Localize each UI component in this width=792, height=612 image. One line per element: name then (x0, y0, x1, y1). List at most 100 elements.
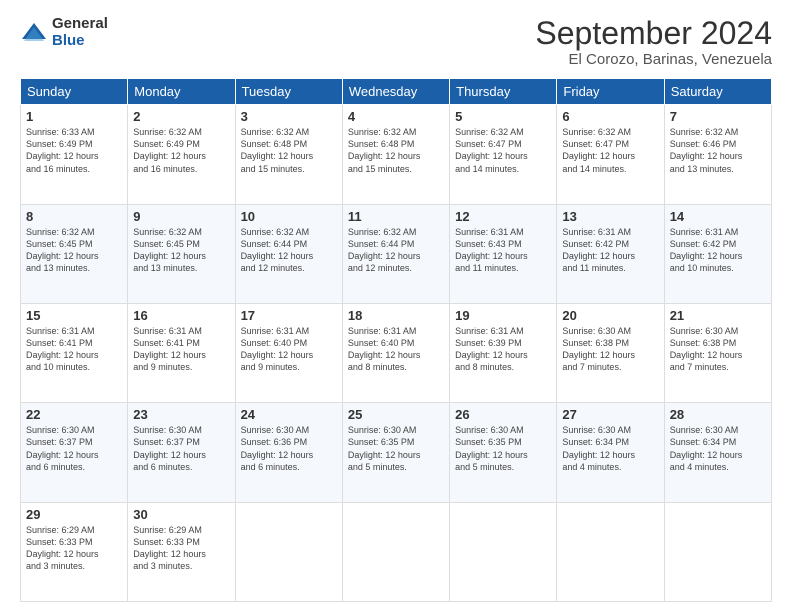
day-number: 12 (455, 209, 551, 224)
calendar-cell (557, 502, 664, 601)
day-info: Sunrise: 6:32 AM Sunset: 6:45 PM Dayligh… (26, 226, 122, 275)
day-number: 9 (133, 209, 229, 224)
logo-icon (20, 19, 48, 47)
day-number: 29 (26, 507, 122, 522)
day-info: Sunrise: 6:30 AM Sunset: 6:36 PM Dayligh… (241, 424, 337, 473)
day-info: Sunrise: 6:30 AM Sunset: 6:37 PM Dayligh… (133, 424, 229, 473)
calendar-cell (342, 502, 449, 601)
calendar-cell: 10Sunrise: 6:32 AM Sunset: 6:44 PM Dayli… (235, 204, 342, 303)
calendar-week-2: 8 Sunrise: 6:32 AM Sunset: 6:45 PM Daylig… (21, 204, 772, 303)
calendar-cell: 25 Sunrise: 6:30 AM Sunset: 6:35 PM Dayli… (342, 403, 449, 502)
calendar-cell: 21Sunrise: 6:30 AM Sunset: 6:38 PM Dayli… (664, 303, 771, 402)
title-block: September 2024 El Corozo, Barinas, Venez… (535, 16, 772, 68)
day-number: 7 (670, 109, 766, 124)
calendar-cell: 27 Sunrise: 6:30 AM Sunset: 6:34 PM Dayli… (557, 403, 664, 502)
calendar-cell: 11 Sunrise: 6:32 AM Sunset: 6:44 PM Dayli… (342, 204, 449, 303)
calendar-cell (450, 502, 557, 601)
day-number: 18 (348, 308, 444, 323)
calendar-cell: 23 Sunrise: 6:30 AM Sunset: 6:37 PM Dayli… (128, 403, 235, 502)
calendar-cell: 7 Sunrise: 6:32 AM Sunset: 6:46 PM Daylig… (664, 105, 771, 204)
calendar-cell: 19 Sunrise: 6:31 AM Sunset: 6:39 PM Dayli… (450, 303, 557, 402)
calendar-cell: 18 Sunrise: 6:31 AM Sunset: 6:40 PM Dayli… (342, 303, 449, 402)
logo-text-line1: General (52, 16, 108, 33)
day-number: 23 (133, 407, 229, 422)
day-number: 28 (670, 407, 766, 422)
day-info: Sunrise: 6:32 AM Sunset: 6:48 PM Dayligh… (241, 126, 337, 175)
calendar-header-wednesday: Wednesday (342, 79, 449, 105)
calendar-cell: 13 Sunrise: 6:31 AM Sunset: 6:42 PM Dayli… (557, 204, 664, 303)
day-info: Sunrise: 6:32 AM Sunset: 6:45 PM Dayligh… (133, 226, 229, 275)
calendar-cell: 2 Sunrise: 6:32 AM Sunset: 6:49 PM Daylig… (128, 105, 235, 204)
day-info: Sunrise: 6:30 AM Sunset: 6:34 PM Dayligh… (562, 424, 658, 473)
day-number: 24 (241, 407, 337, 422)
calendar-cell: 20 Sunrise: 6:30 AM Sunset: 6:38 PM Dayli… (557, 303, 664, 402)
calendar-cell: 26Sunrise: 6:30 AM Sunset: 6:35 PM Dayli… (450, 403, 557, 502)
day-info: Sunrise: 6:30 AM Sunset: 6:35 PM Dayligh… (348, 424, 444, 473)
calendar-cell: 14Sunrise: 6:31 AM Sunset: 6:42 PM Dayli… (664, 204, 771, 303)
calendar-header-row: SundayMondayTuesdayWednesdayThursdayFrid… (21, 79, 772, 105)
calendar-header-monday: Monday (128, 79, 235, 105)
calendar-cell: 22 Sunrise: 6:30 AM Sunset: 6:37 PM Dayli… (21, 403, 128, 502)
calendar-cell: 15Sunrise: 6:31 AM Sunset: 6:41 PM Dayli… (21, 303, 128, 402)
day-info: Sunrise: 6:31 AM Sunset: 6:41 PM Dayligh… (26, 325, 122, 374)
calendar-cell: 5Sunrise: 6:32 AM Sunset: 6:47 PM Daylig… (450, 105, 557, 204)
day-number: 19 (455, 308, 551, 323)
day-number: 30 (133, 507, 229, 522)
calendar-cell: 6 Sunrise: 6:32 AM Sunset: 6:47 PM Daylig… (557, 105, 664, 204)
day-number: 21 (670, 308, 766, 323)
calendar-cell: 1Sunrise: 6:33 AM Sunset: 6:49 PM Daylig… (21, 105, 128, 204)
calendar-cell: 29Sunrise: 6:29 AM Sunset: 6:33 PM Dayli… (21, 502, 128, 601)
calendar-cell (664, 502, 771, 601)
day-info: Sunrise: 6:31 AM Sunset: 6:41 PM Dayligh… (133, 325, 229, 374)
day-number: 27 (562, 407, 658, 422)
day-info: Sunrise: 6:32 AM Sunset: 6:47 PM Dayligh… (562, 126, 658, 175)
day-info: Sunrise: 6:32 AM Sunset: 6:49 PM Dayligh… (133, 126, 229, 175)
day-number: 6 (562, 109, 658, 124)
calendar-week-4: 22 Sunrise: 6:30 AM Sunset: 6:37 PM Dayli… (21, 403, 772, 502)
day-number: 4 (348, 109, 444, 124)
day-number: 16 (133, 308, 229, 323)
calendar-cell: 12 Sunrise: 6:31 AM Sunset: 6:43 PM Dayli… (450, 204, 557, 303)
day-info: Sunrise: 6:32 AM Sunset: 6:44 PM Dayligh… (348, 226, 444, 275)
calendar-week-5: 29 Sunrise: 6:29 AM Sunset: 6:33 PM Dayli… (21, 502, 772, 601)
day-number: 22 (26, 407, 122, 422)
page-subtitle: El Corozo, Barinas, Venezuela (535, 51, 772, 68)
day-number: 25 (348, 407, 444, 422)
day-number: 13 (562, 209, 658, 224)
day-number: 14 (670, 209, 766, 224)
day-info: Sunrise: 6:30 AM Sunset: 6:38 PM Dayligh… (562, 325, 658, 374)
calendar-cell: 28 Sunrise: 6:30 AM Sunset: 6:34 PM Dayli… (664, 403, 771, 502)
day-number: 3 (241, 109, 337, 124)
day-number: 11 (348, 209, 444, 224)
day-info: Sunrise: 6:30 AM Sunset: 6:34 PM Dayligh… (670, 424, 766, 473)
calendar-header-thursday: Thursday (450, 79, 557, 105)
calendar-cell: 9 Sunrise: 6:32 AM Sunset: 6:45 PM Daylig… (128, 204, 235, 303)
day-number: 10 (241, 209, 337, 224)
page-header: General Blue September 2024 El Corozo, B… (20, 16, 772, 68)
day-number: 20 (562, 308, 658, 323)
calendar-header-saturday: Saturday (664, 79, 771, 105)
page-title: September 2024 (535, 16, 772, 51)
day-info: Sunrise: 6:30 AM Sunset: 6:37 PM Dayligh… (26, 424, 122, 473)
day-info: Sunrise: 6:31 AM Sunset: 6:42 PM Dayligh… (562, 226, 658, 275)
calendar-header-friday: Friday (557, 79, 664, 105)
calendar-cell: 24 Sunrise: 6:30 AM Sunset: 6:36 PM Dayli… (235, 403, 342, 502)
calendar-cell (235, 502, 342, 601)
calendar-header-sunday: Sunday (21, 79, 128, 105)
calendar-cell: 8 Sunrise: 6:32 AM Sunset: 6:45 PM Daylig… (21, 204, 128, 303)
day-number: 26 (455, 407, 551, 422)
day-number: 8 (26, 209, 122, 224)
day-info: Sunrise: 6:32 AM Sunset: 6:46 PM Dayligh… (670, 126, 766, 175)
day-info: Sunrise: 6:32 AM Sunset: 6:47 PM Dayligh… (455, 126, 551, 175)
day-info: Sunrise: 6:31 AM Sunset: 6:39 PM Dayligh… (455, 325, 551, 374)
day-info: Sunrise: 6:29 AM Sunset: 6:33 PM Dayligh… (133, 524, 229, 573)
calendar-cell: 30 Sunrise: 6:29 AM Sunset: 6:33 PM Dayli… (128, 502, 235, 601)
day-info: Sunrise: 6:31 AM Sunset: 6:40 PM Dayligh… (241, 325, 337, 374)
day-number: 2 (133, 109, 229, 124)
day-info: Sunrise: 6:31 AM Sunset: 6:40 PM Dayligh… (348, 325, 444, 374)
logo: General Blue (20, 16, 108, 49)
day-info: Sunrise: 6:33 AM Sunset: 6:49 PM Dayligh… (26, 126, 122, 175)
calendar-cell: 17Sunrise: 6:31 AM Sunset: 6:40 PM Dayli… (235, 303, 342, 402)
day-info: Sunrise: 6:31 AM Sunset: 6:43 PM Dayligh… (455, 226, 551, 275)
calendar-table: SundayMondayTuesdayWednesdayThursdayFrid… (20, 78, 772, 602)
